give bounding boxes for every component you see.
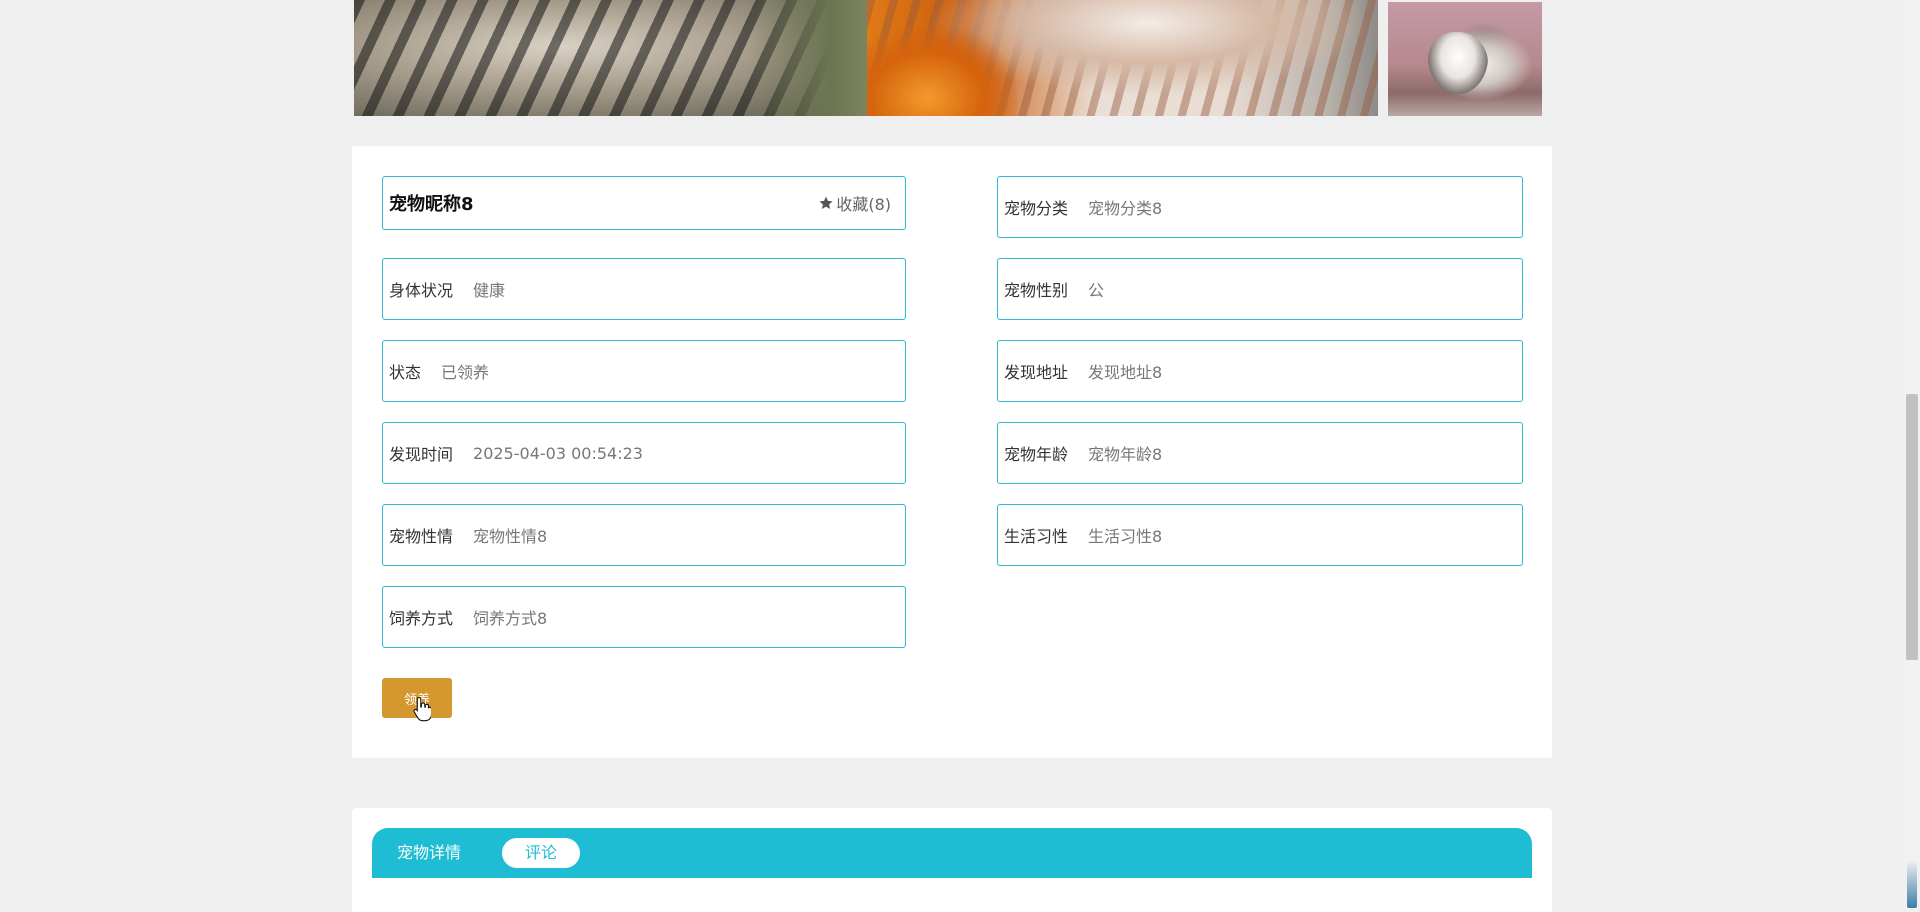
- field-found-address: 发现地址 发现地址8: [997, 340, 1523, 402]
- field-label: 发现时间: [389, 445, 454, 464]
- page-scrollbar[interactable]: [1903, 0, 1920, 912]
- tab-bar: 宠物详情 评论: [372, 828, 1532, 878]
- pet-name: 宠物昵称8: [389, 194, 474, 215]
- favorite-label: 收藏(8): [836, 195, 891, 214]
- field-value: 饲养方式8: [473, 609, 548, 628]
- gallery-image-1[interactable]: [354, 0, 868, 116]
- field-gender: 宠物性别 公: [997, 258, 1523, 320]
- pet-info-panel: 宠物昵称8 收藏(8) 身体状况 健康 状态 已领养 发现时间 2025-04-…: [352, 146, 1552, 758]
- field-value: 发现地址8: [1088, 363, 1163, 382]
- field-value: 健康: [473, 281, 506, 300]
- field-value: 公: [1088, 281, 1105, 300]
- field-label: 身体状况: [389, 281, 454, 300]
- favorite-button[interactable]: 收藏(8): [818, 191, 891, 215]
- star-icon: [819, 196, 833, 209]
- scrollbar-thumb[interactable]: [1906, 394, 1918, 660]
- adopt-button[interactable]: 领养: [382, 678, 452, 718]
- field-label: 宠物性别: [1004, 281, 1069, 300]
- pet-name-field: 宠物昵称8 收藏(8): [382, 176, 906, 230]
- field-category: 宠物分类 宠物分类8: [997, 176, 1523, 238]
- scroll-down-icon[interactable]: [1907, 860, 1917, 908]
- field-value: 2025-04-03 00:54:23: [473, 443, 643, 463]
- field-label: 饲养方式: [389, 609, 454, 628]
- field-age: 宠物年龄 宠物年龄8: [997, 422, 1523, 484]
- field-label: 宠物年龄: [1004, 445, 1069, 464]
- field-label: 宠物分类: [1004, 199, 1069, 218]
- field-label: 状态: [389, 363, 422, 382]
- pet-photo-gallery: [352, 0, 1548, 116]
- field-label: 发现地址: [1004, 363, 1069, 382]
- field-found-time: 发现时间 2025-04-03 00:54:23: [382, 422, 906, 484]
- field-feeding-method: 饲养方式 饲养方式8: [382, 586, 906, 648]
- detail-tabs-panel: 宠物详情 评论: [352, 808, 1552, 912]
- field-status: 状态 已领养: [382, 340, 906, 402]
- field-habits: 生活习性 生活习性8: [997, 504, 1523, 566]
- field-value: 已领养: [441, 363, 490, 382]
- gallery-thumbnail[interactable]: [1388, 2, 1542, 116]
- field-value: 宠物分类8: [1088, 199, 1163, 218]
- field-label: 生活习性: [1004, 527, 1069, 546]
- field-temperament: 宠物性情 宠物性情8: [382, 504, 906, 566]
- field-value: 宠物年龄8: [1088, 445, 1163, 464]
- field-health: 身体状况 健康: [382, 258, 906, 320]
- field-value: 宠物性情8: [473, 527, 548, 546]
- tab-pet-details[interactable]: 宠物详情: [374, 838, 484, 868]
- field-value: 生活习性8: [1088, 527, 1163, 546]
- tab-comments[interactable]: 评论: [502, 838, 581, 868]
- gallery-image-2[interactable]: [867, 0, 1378, 116]
- field-label: 宠物性情: [389, 527, 454, 546]
- page: 宠物昵称8 收藏(8) 身体状况 健康 状态 已领养 发现时间 2025-04-…: [0, 0, 1920, 912]
